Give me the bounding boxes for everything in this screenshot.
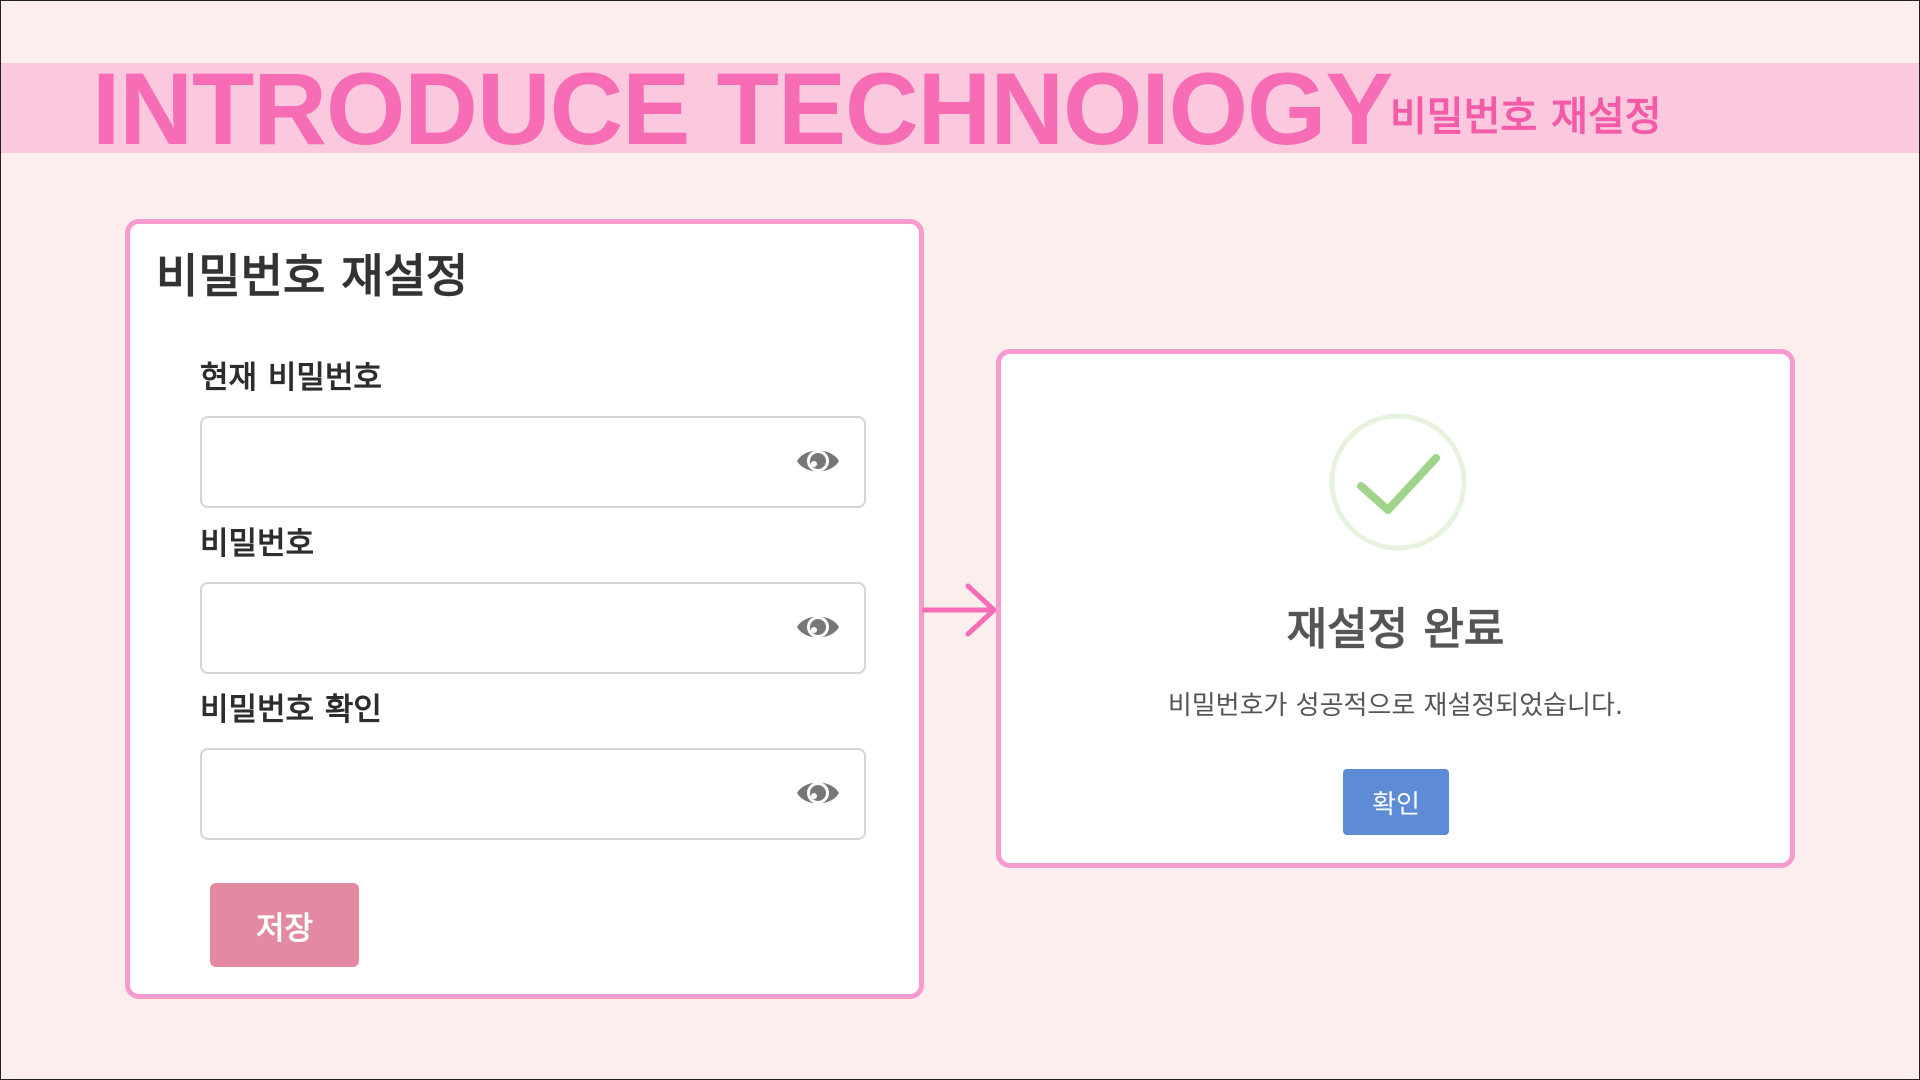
new-password-input[interactable] [200,582,866,674]
save-button[interactable]: 저장 [210,883,359,967]
reset-complete-dialog: 재설정 완료 비밀번호가 성공적으로 재설정되었습니다. 확인 [996,349,1795,868]
current-password-input[interactable] [200,416,866,508]
current-password-label: 현재 비밀번호 [200,360,382,396]
arrow-right-icon [922,583,997,637]
checkmark-circle-icon [1329,413,1467,551]
new-password-label: 비밀번호 [200,526,315,562]
confirm-password-input[interactable] [200,748,866,840]
dialog-title: 재설정 완료 [1286,604,1505,655]
eye-icon[interactable] [795,444,841,478]
eye-icon[interactable] [795,610,841,644]
banner-subtitle: 비밀번호 재설정 [1390,94,1662,140]
dialog-message: 비밀번호가 성공적으로 재설정되었습니다. [1167,691,1624,721]
password-reset-form-card: 비밀번호 재설정 현재 비밀번호 비밀번호 비밀번호 확인 저장 [125,219,924,999]
eye-icon[interactable] [795,776,841,810]
form-title: 비밀번호 재설정 [156,249,469,303]
confirm-button[interactable]: 확인 [1343,769,1449,835]
banner-title: INTRODUCE TECHNOIOGY [92,52,1393,166]
confirm-password-label: 비밀번호 확인 [200,692,382,728]
